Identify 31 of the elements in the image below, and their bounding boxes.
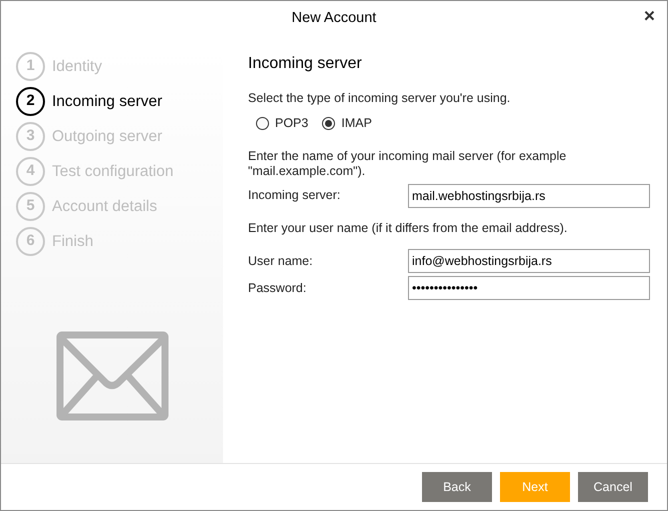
input-field[interactable]: •••••••••••••••: [408, 276, 650, 300]
input-field[interactable]: info@webhostingsrbija.rs: [408, 249, 650, 274]
footer-button[interactable]: Back: [422, 472, 492, 502]
step-label: Outgoing server: [52, 126, 162, 147]
window-title: New Account: [292, 9, 376, 28]
step-number-icon: 5: [16, 192, 45, 221]
step-label: Test configuration: [52, 162, 174, 182]
radio-label: POP3: [275, 114, 308, 132]
radio-button[interactable]: [256, 116, 269, 130]
step-number-icon: 4: [16, 157, 45, 186]
input-field[interactable]: mail.webhostingsrbija.rs: [408, 184, 650, 208]
step-label: Identity: [52, 56, 102, 77]
field-label: Incoming server:: [248, 187, 342, 204]
step-number-icon: 6: [16, 227, 45, 256]
radio-button[interactable]: [322, 116, 336, 130]
section-heading: Incoming server: [248, 54, 363, 74]
envelope-icon: [56, 331, 169, 421]
step-label: Incoming server: [52, 92, 162, 112]
close-button[interactable]: ×: [644, 7, 655, 26]
step-label: Account details: [52, 196, 158, 217]
field-label: Password:: [248, 280, 308, 297]
step-number-icon: 3: [16, 122, 45, 151]
hint-text: Enter the name of your incoming mail server (for example "mail.example.com").: [248, 148, 568, 178]
step-number-icon: 2: [16, 87, 45, 116]
prompt-text: Select the type of incoming server you're using.: [248, 90, 512, 107]
step-number-icon: 1: [16, 52, 45, 81]
hint-text: Enter your user name (if it differs from the email address).: [248, 220, 568, 237]
step-label: Finish: [52, 232, 94, 252]
field-label: User name:: [248, 252, 314, 270]
footer-button[interactable]: Cancel: [578, 472, 648, 502]
radio-label: IMAP: [341, 114, 372, 132]
